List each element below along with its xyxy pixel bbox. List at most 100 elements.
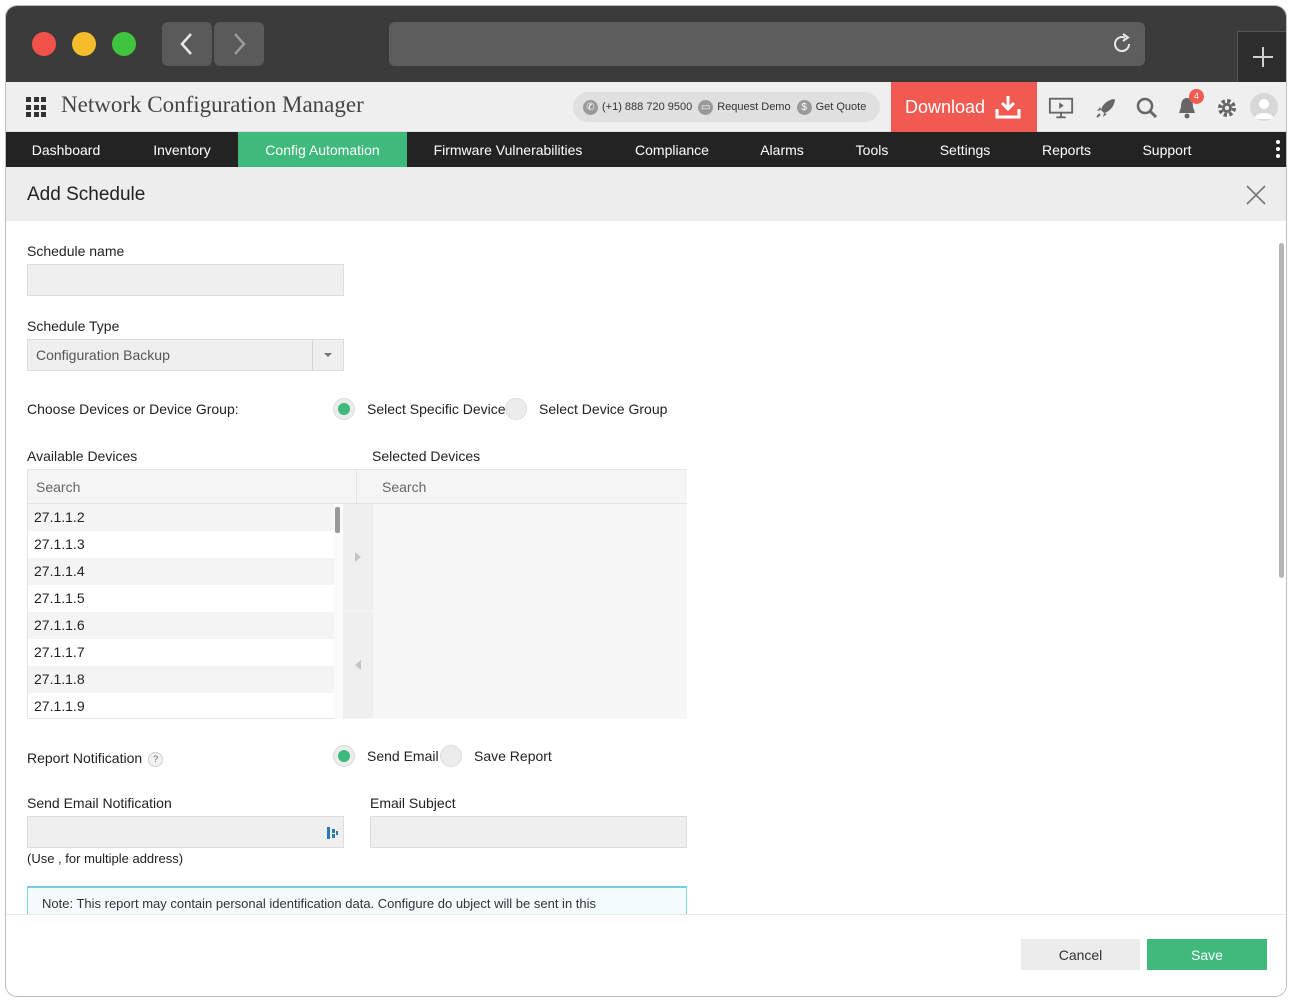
get-quote-link[interactable]: $ Get Quote [796, 99, 867, 115]
radio-device-group-label[interactable]: Select Device Group [539, 401, 667, 417]
maximize-window-button[interactable] [112, 32, 136, 56]
triangle-right-icon [355, 552, 361, 562]
nav-alarms[interactable]: Alarms [735, 132, 829, 167]
note-box: Note: This report may contain personal i… [27, 886, 687, 916]
demo-icon: ▭ [698, 99, 714, 115]
notification-badge: 4 [1189, 89, 1204, 104]
transfer-controls [343, 504, 373, 719]
device-item[interactable]: 27.1.1.7 [28, 639, 334, 666]
email-subject-input[interactable] [370, 816, 687, 848]
available-devices-list: 27.1.1.2 27.1.1.3 27.1.1.4 27.1.1.5 27.1… [28, 504, 334, 719]
available-search-placeholder: Search [36, 479, 81, 495]
radio-send-email[interactable] [333, 745, 355, 767]
schedule-type-select[interactable]: Configuration Backup [27, 339, 344, 371]
chevron-right-icon [234, 33, 246, 55]
more-vertical-icon[interactable] [1276, 140, 1280, 158]
nav-settings[interactable]: Settings [915, 132, 1015, 167]
schedule-name-label: Schedule name [27, 243, 125, 259]
schedule-name-input[interactable] [27, 264, 344, 296]
choose-devices-label: Choose Devices or Device Group: [27, 401, 239, 417]
nav-tools[interactable]: Tools [829, 132, 915, 167]
request-demo-label: Request Demo [717, 101, 791, 113]
email-subject-label: Email Subject [370, 795, 456, 811]
device-item[interactable]: 27.1.1.8 [28, 666, 334, 693]
phone-icon: ✆ [583, 99, 598, 115]
nav-reports[interactable]: Reports [1015, 132, 1118, 167]
selected-devices-label: Selected Devices [372, 448, 481, 464]
available-search-input[interactable]: Search [28, 470, 357, 504]
dialog-footer: Cancel Save [6, 914, 1286, 996]
note-text: Note: This report may contain personal i… [42, 896, 597, 911]
new-tab-button[interactable] [1237, 31, 1286, 82]
contact-bar: ✆ (+1) 888 720 9500 ▭ Request Demo $ Get… [573, 92, 880, 122]
address-book-icon[interactable] [326, 826, 338, 840]
radio-save-report-label[interactable]: Save Report [474, 748, 552, 764]
phone-number: (+1) 888 720 9500 [602, 101, 693, 113]
report-notification-label: Report Notification? [27, 750, 164, 767]
email-address-input[interactable] [27, 816, 344, 848]
notification-bell-icon[interactable]: 4 [1174, 89, 1204, 121]
device-item[interactable]: 27.1.1.6 [28, 612, 334, 639]
dollar-icon: $ [796, 99, 812, 115]
browser-toolbar [6, 6, 1286, 82]
nav-dashboard[interactable]: Dashboard [6, 132, 126, 167]
rocket-icon[interactable] [1093, 95, 1119, 121]
close-window-button[interactable] [32, 32, 56, 56]
presentation-icon[interactable] [1048, 95, 1074, 121]
download-button[interactable]: Download [891, 82, 1037, 132]
nav-config-automation[interactable]: Config Automation [238, 132, 407, 167]
download-icon [995, 96, 1021, 119]
address-bar[interactable] [389, 22, 1145, 66]
nav-support[interactable]: Support [1118, 132, 1216, 167]
chevron-down-icon [312, 340, 343, 370]
email-hint: (Use , for multiple address) [27, 851, 184, 866]
nav-firmware-vulnerabilities[interactable]: Firmware Vulnerabilities [407, 132, 609, 167]
device-item[interactable]: 27.1.1.5 [28, 585, 334, 612]
device-item[interactable]: 27.1.1.3 [28, 531, 334, 558]
selected-search-input[interactable]: Search [357, 470, 687, 504]
send-email-notification-label: Send Email Notification [27, 795, 172, 811]
device-item[interactable]: 27.1.1.9 [28, 693, 334, 719]
device-list-scrollbar[interactable] [334, 504, 343, 719]
move-left-button[interactable] [343, 612, 373, 718]
app-header: Network Configuration Manager ✆ (+1) 888… [6, 82, 1286, 132]
search-icon[interactable] [1134, 95, 1160, 121]
schedule-type-value: Configuration Backup [36, 347, 170, 363]
radio-save-report[interactable] [440, 745, 462, 767]
close-icon[interactable] [1246, 185, 1266, 205]
nav-inventory[interactable]: Inventory [126, 132, 238, 167]
report-notification-text: Report Notification [27, 750, 143, 766]
back-button[interactable] [162, 22, 212, 66]
radio-send-email-label[interactable]: Send Email [367, 748, 439, 764]
save-button[interactable]: Save [1147, 939, 1267, 970]
radio-specific-device-label[interactable]: Select Specific Device [367, 401, 506, 417]
help-icon[interactable]: ? [148, 751, 164, 767]
phone-link[interactable]: ✆ (+1) 888 720 9500 [583, 99, 693, 115]
forward-button[interactable] [214, 22, 264, 66]
move-right-button[interactable] [343, 504, 373, 610]
dialog-title: Add Schedule [27, 184, 146, 205]
selected-search-placeholder: Search [382, 479, 427, 495]
chevron-left-icon [180, 33, 192, 55]
cancel-button[interactable]: Cancel [1021, 939, 1140, 970]
nav-compliance[interactable]: Compliance [609, 132, 735, 167]
selected-devices-list[interactable] [373, 504, 687, 719]
available-devices-label: Available Devices [27, 448, 138, 464]
minimize-window-button[interactable] [72, 32, 96, 56]
device-item[interactable]: 27.1.1.4 [28, 558, 334, 585]
download-label: Download [905, 96, 986, 117]
gear-icon[interactable] [1214, 95, 1240, 121]
radio-specific-device[interactable] [333, 398, 355, 420]
device-picker: Search Search 27.1.1.2 27.1.1.3 27.1.1.4… [27, 469, 687, 719]
dialog-scrollbar[interactable] [1279, 243, 1284, 578]
browser-window: Network Configuration Manager ✆ (+1) 888… [5, 5, 1287, 997]
radio-device-group[interactable] [505, 398, 527, 420]
app-grid-icon[interactable] [26, 97, 46, 117]
reload-icon[interactable] [1109, 31, 1135, 57]
request-demo-link[interactable]: ▭ Request Demo [698, 99, 791, 115]
user-avatar[interactable] [1250, 93, 1278, 121]
app-title: Network Configuration Manager [61, 92, 364, 117]
get-quote-label: Get Quote [815, 101, 867, 113]
main-nav: Dashboard Inventory Config Automation Fi… [6, 132, 1286, 167]
device-item[interactable]: 27.1.1.2 [28, 504, 334, 531]
